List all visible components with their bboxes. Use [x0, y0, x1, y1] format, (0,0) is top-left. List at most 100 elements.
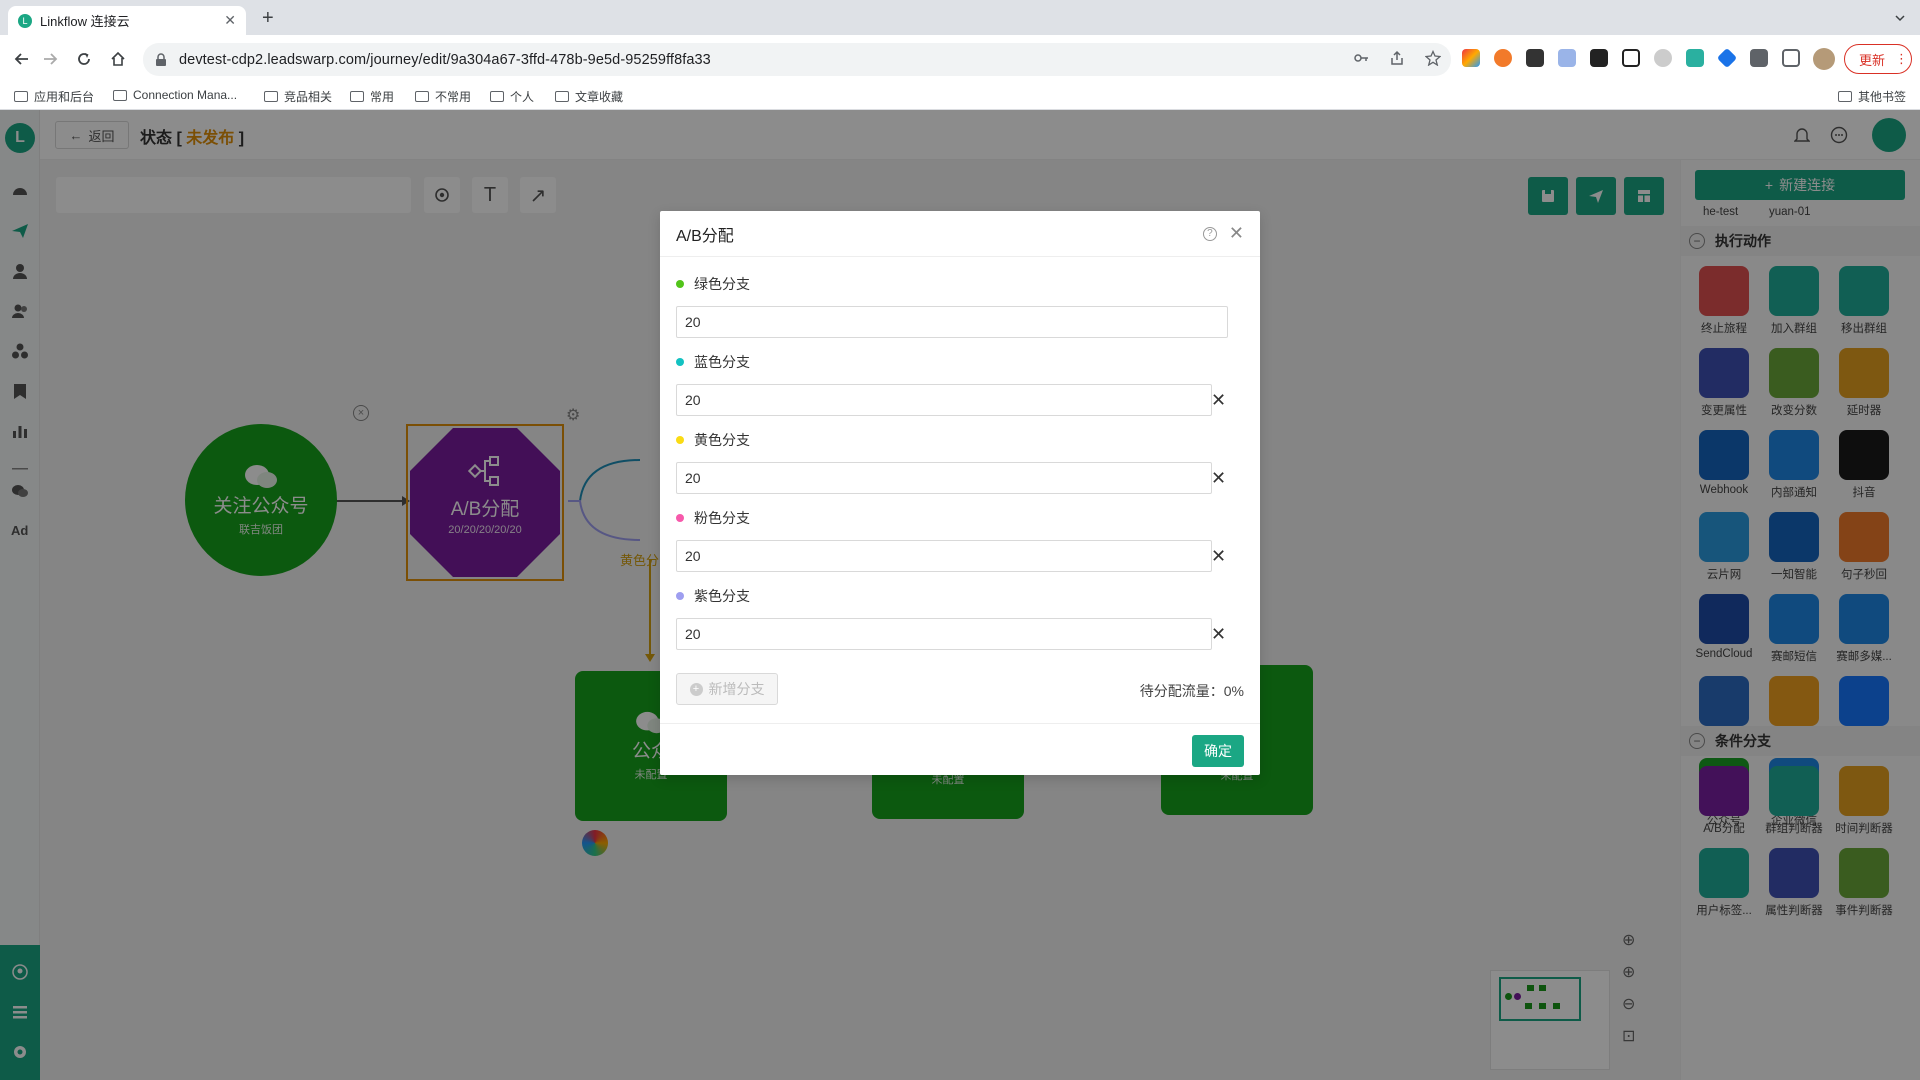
bookmark-label: 文章收藏: [575, 90, 624, 104]
ab-split-modal: A/B分配 ? ✕ 绿色分支 20 蓝色分支 20 ✕ 黄色分支 20 ✕ 粉色…: [660, 211, 1260, 775]
share-icon[interactable]: [1389, 50, 1405, 66]
branch-label: 黄色分支: [694, 432, 750, 448]
modal-header: A/B分配 ? ✕: [660, 211, 1260, 257]
bookmark-folder[interactable]: 应用和后台: [14, 88, 94, 105]
remove-branch-icon[interactable]: ✕: [1211, 547, 1226, 565]
sidepanel-icon[interactable]: [1782, 49, 1800, 67]
reload-icon[interactable]: [70, 45, 98, 73]
plus-circle-icon: +: [689, 682, 703, 696]
back-arrow-icon[interactable]: [8, 45, 36, 73]
extension-icon[interactable]: [1686, 49, 1704, 67]
bookmark-label: Connection Mana...: [133, 88, 238, 102]
pending-traffic: 待分配流量：0%: [1140, 681, 1244, 701]
branch-label: 粉色分支: [694, 510, 750, 526]
branch-color-dot: [676, 358, 684, 366]
remove-branch-icon[interactable]: ✕: [1211, 391, 1226, 409]
folder-icon: [350, 91, 364, 102]
pending-value: 0%: [1223, 683, 1244, 699]
branch-input-value: 20: [685, 392, 701, 408]
extension-icon[interactable]: [1494, 49, 1512, 67]
branch-percent-input[interactable]: 20: [676, 540, 1212, 572]
branch-row: 粉色分支 20: [676, 508, 1212, 572]
tab-search-chevron-icon[interactable]: [1894, 12, 1906, 24]
browser-tabstrip: L Linkflow 连接云 ✕ +: [0, 0, 1920, 35]
branch-percent-input[interactable]: 20: [676, 618, 1212, 650]
modal-footer: 确定: [660, 723, 1260, 775]
update-button[interactable]: 更新 ⋮: [1844, 44, 1912, 74]
folder-icon: [1838, 91, 1852, 102]
pending-label: 待分配流量：: [1139, 683, 1224, 699]
new-tab-icon[interactable]: +: [262, 8, 274, 28]
update-label: 更新: [1859, 52, 1886, 68]
remove-branch-icon[interactable]: ✕: [1211, 625, 1226, 643]
branch-color-dot: [676, 592, 684, 600]
branch-input-value: 20: [685, 548, 701, 564]
branch-label: 紫色分支: [694, 588, 750, 604]
branch-percent-input[interactable]: 20: [676, 462, 1212, 494]
folder-icon: [264, 91, 278, 102]
remove-branch-icon[interactable]: ✕: [1211, 469, 1226, 487]
tab-close-icon[interactable]: ✕: [224, 12, 236, 29]
bookmark-folder[interactable]: 常用: [350, 88, 394, 105]
branch-percent-input[interactable]: 20: [676, 306, 1228, 338]
profile-avatar[interactable]: [1813, 48, 1835, 70]
key-icon[interactable]: [1353, 50, 1369, 66]
bookmark-label: 竞品相关: [284, 90, 333, 104]
browser-tab[interactable]: L Linkflow 连接云 ✕: [8, 6, 246, 35]
branch-row: 黄色分支 20: [676, 430, 1212, 494]
linkflow-favicon-icon: L: [18, 13, 32, 28]
branch-color-dot: [676, 436, 684, 444]
extension-icon[interactable]: [1590, 49, 1608, 67]
close-icon[interactable]: ✕: [1229, 223, 1244, 244]
folder-icon: [14, 91, 28, 102]
bookmark-folder[interactable]: Connection Mana...: [113, 88, 237, 102]
branch-label: 绿色分支: [694, 276, 750, 292]
extension-icon[interactable]: [1526, 49, 1544, 67]
branch-row: 绿色分支 20: [676, 274, 1228, 338]
tab-title: Linkflow 连接云: [40, 14, 130, 29]
branch-input-value: 20: [685, 470, 701, 486]
bookmark-label: 应用和后台: [34, 90, 95, 104]
branch-input-value: 20: [685, 314, 701, 330]
bookmarks-bar: 应用和后台 Connection Mana... 竞品相关 常用 不常用 个人 …: [0, 84, 1920, 110]
folder-icon: [415, 91, 429, 102]
home-icon[interactable]: [104, 45, 132, 73]
confirm-button[interactable]: 确定: [1192, 735, 1244, 767]
help-icon[interactable]: ?: [1202, 226, 1217, 241]
extension-icon[interactable]: [1654, 49, 1672, 67]
star-icon[interactable]: [1425, 50, 1441, 66]
add-branch-button[interactable]: + 新增分支: [676, 673, 778, 705]
address-bar[interactable]: devtest-cdp2.leadswarp.com/journey/edit/…: [143, 43, 1451, 76]
bookmark-folder[interactable]: 个人: [490, 88, 534, 105]
modal-title: A/B分配: [676, 227, 734, 245]
forward-arrow-icon[interactable]: [36, 45, 64, 73]
branch-row: 紫色分支 20: [676, 586, 1212, 650]
branch-color-dot: [676, 514, 684, 522]
bookmark-label: 个人: [510, 90, 535, 104]
bookmark-label: 不常用: [435, 90, 472, 104]
kebab-menu-icon: ⋮: [1895, 51, 1909, 66]
branch-label: 蓝色分支: [694, 354, 750, 370]
extension-icon[interactable]: [1716, 47, 1738, 69]
extension-icon[interactable]: [1622, 49, 1640, 67]
bookmark-folder[interactable]: 竞品相关: [264, 88, 332, 105]
extension-icon[interactable]: [1558, 49, 1576, 67]
folder-icon: [490, 91, 504, 102]
extension-icon[interactable]: [1462, 49, 1480, 67]
extensions-row: [1462, 47, 1800, 69]
folder-icon: [555, 91, 569, 102]
confirm-label: 确定: [1204, 743, 1232, 759]
bookmark-folder[interactable]: 文章收藏: [555, 88, 623, 105]
branch-input-value: 20: [685, 626, 701, 642]
url-text: devtest-cdp2.leadswarp.com/journey/edit/…: [179, 51, 711, 68]
other-bookmarks[interactable]: 其他书签: [1838, 88, 1906, 105]
puzzle-icon[interactable]: [1750, 49, 1768, 67]
add-branch-label: 新增分支: [708, 681, 765, 697]
branch-percent-input[interactable]: 20: [676, 384, 1212, 416]
bookmark-label: 其他书签: [1858, 90, 1907, 104]
bookmark-folder[interactable]: 不常用: [415, 88, 471, 105]
bookmark-label: 常用: [370, 90, 395, 104]
branch-row: 蓝色分支 20: [676, 352, 1212, 416]
folder-icon: [113, 89, 127, 101]
lock-icon[interactable]: [155, 52, 167, 67]
